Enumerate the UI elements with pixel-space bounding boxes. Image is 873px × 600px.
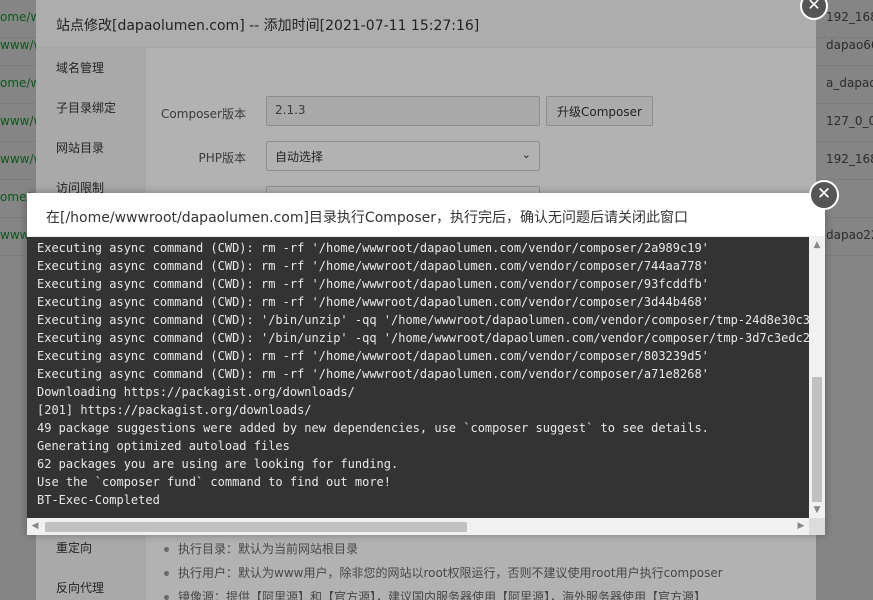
log-line: [201] https://packagist.org/downloads/ [37,403,312,417]
scroll-thumb[interactable] [812,377,822,502]
log-line: 49 package suggestions were added by new… [37,421,709,435]
log-lines: Executing async command (CWD): rm -rf '/… [37,239,809,509]
scrollbar-corner [809,518,825,535]
log-line: Executing async command (CWD): rm -rf '/… [37,367,709,381]
vertical-scrollbar[interactable]: ▲ ▼ [809,237,825,518]
terminal-output[interactable]: Executing async command (CWD): rm -rf '/… [27,237,825,535]
scroll-right-icon[interactable]: ▶ [793,518,809,535]
scroll-up-icon[interactable]: ▲ [809,237,825,253]
log-line: Executing async command (CWD): rm -rf '/… [37,241,709,255]
close-icon[interactable]: ✕ [809,180,839,210]
scroll-down-icon[interactable]: ▼ [809,502,825,518]
horizontal-scrollbar[interactable]: ◀ ▶ [27,518,825,535]
log-line: 62 packages you are using are looking fo… [37,457,399,471]
log-line: Generating optimized autoload files [37,439,290,453]
scroll-left-icon[interactable]: ◀ [27,518,43,535]
log-line: Executing async command (CWD): rm -rf '/… [37,277,709,291]
exec-composer-dialog: 在[/home/wwwroot/dapaolumen.com]目录执行Compo… [27,180,839,535]
dialog-title: 在[/home/wwwroot/dapaolumen.com]目录执行Compo… [27,193,825,237]
log-line: Executing async command (CWD): rm -rf '/… [37,295,709,309]
log-line: Executing async command (CWD): rm -rf '/… [37,259,709,273]
log-line: Executing async command (CWD): '/bin/unz… [37,313,809,327]
log-line: Downloading https://packagist.org/downlo… [37,385,355,399]
log-line: Executing async command (CWD): rm -rf '/… [37,349,709,363]
log-line: BT-Exec-Completed [37,493,160,507]
log-line: Use the `composer fund` command to find … [37,475,392,489]
log-line: Executing async command (CWD): '/bin/unz… [37,331,809,345]
scroll-thumb[interactable] [45,522,467,532]
